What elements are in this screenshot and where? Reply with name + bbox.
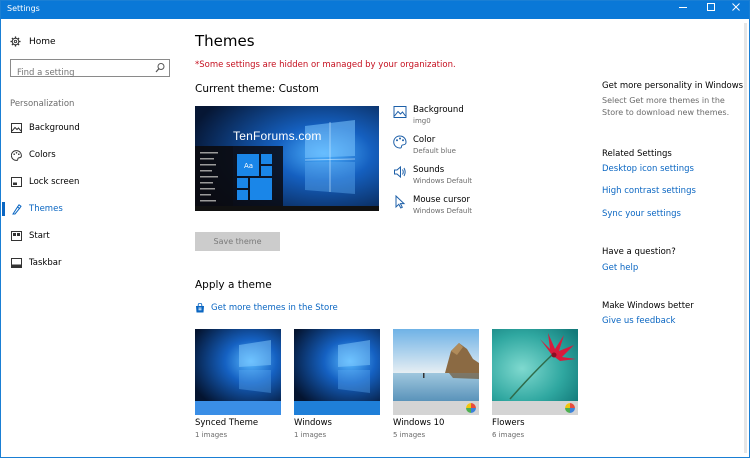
title-bar: Settings xyxy=(1,1,749,19)
property-value: Windows Default xyxy=(413,177,473,185)
property-name: Mouse cursor xyxy=(413,195,470,205)
sidebar-item-taskbar[interactable]: Taskbar xyxy=(1,253,179,273)
image-icon xyxy=(10,122,22,134)
sidebar-item-colors[interactable]: Colors xyxy=(1,145,179,165)
property-value: Default blue xyxy=(413,147,456,155)
section-label-personalization: Personalization xyxy=(10,99,75,109)
search-box[interactable] xyxy=(10,59,170,81)
sidebar-item-themes[interactable]: Themes xyxy=(1,199,179,219)
theme-image-count: 6 images xyxy=(492,431,525,439)
theme-thumbnail xyxy=(492,329,578,415)
personality-text: Select Get more themes in the Store to d… xyxy=(602,96,730,117)
theme-name: Synced Theme xyxy=(195,418,259,428)
start-icon xyxy=(10,230,22,242)
get-help-link[interactable]: Get help xyxy=(602,263,638,273)
theme-name: Flowers xyxy=(492,418,525,428)
sidebar-item-label: Themes xyxy=(29,204,63,214)
related-settings-heading: Related Settings xyxy=(602,149,672,159)
make-windows-better-heading: Make Windows better xyxy=(602,301,694,311)
minimize-icon xyxy=(679,7,687,8)
theme-image-count: 1 images xyxy=(294,431,327,439)
property-sounds[interactable]: Sounds Windows Default xyxy=(393,165,573,193)
theme-tile-windows-10[interactable]: Windows 10 5 images xyxy=(393,329,479,439)
store-icon xyxy=(196,303,204,313)
close-button[interactable] xyxy=(723,1,749,19)
scrollbar[interactable] xyxy=(744,23,747,453)
preview-tile-label: Aa xyxy=(244,162,254,170)
current-theme-heading: Current theme: Custom xyxy=(195,83,319,95)
taskbar-icon xyxy=(10,257,22,269)
apply-theme-heading: Apply a theme xyxy=(195,279,272,291)
high-contrast-settings-link[interactable]: High contrast settings xyxy=(602,186,696,196)
preview-watermark: TenForums.com xyxy=(233,129,322,143)
store-link[interactable]: Get more themes in the Store xyxy=(195,303,338,313)
theme-name: Windows 10 xyxy=(393,418,445,428)
image-icon xyxy=(393,106,407,118)
sidebar-item-label: Colors xyxy=(29,150,56,160)
maximize-icon xyxy=(707,3,715,11)
page-title: Themes xyxy=(195,32,255,50)
sync-settings-link[interactable]: Sync your settings xyxy=(602,209,681,219)
feedback-link[interactable]: Give us feedback xyxy=(602,316,675,326)
gear-icon xyxy=(10,36,21,47)
minimize-button[interactable] xyxy=(670,1,696,19)
theme-image-count: 1 images xyxy=(195,431,228,439)
property-background[interactable]: Background img0 xyxy=(393,105,573,133)
sidebar-item-background[interactable]: Background xyxy=(1,118,179,138)
window-title: Settings xyxy=(7,4,40,13)
theme-tile-synced[interactable]: Synced Theme 1 images xyxy=(195,329,281,439)
theme-image-count: 5 images xyxy=(393,431,426,439)
sidebar-item-lock-screen[interactable]: Lock screen xyxy=(1,172,179,192)
palette-icon xyxy=(10,149,22,161)
desktop-icon-settings-link[interactable]: Desktop icon settings xyxy=(602,164,694,174)
cursor-icon xyxy=(395,195,406,209)
search-input[interactable] xyxy=(11,65,149,81)
theme-thumbnail xyxy=(195,329,281,415)
search-icon[interactable] xyxy=(155,62,165,74)
lock-screen-icon xyxy=(10,176,22,188)
property-value: img0 xyxy=(413,117,431,125)
property-color[interactable]: Color Default blue xyxy=(393,135,573,163)
question-heading: Have a question? xyxy=(602,247,676,257)
managed-warning: *Some settings are hidden or managed by … xyxy=(195,60,456,70)
property-value: Windows Default xyxy=(413,207,473,215)
theme-tile-windows[interactable]: Windows 1 images xyxy=(294,329,380,439)
theme-preview: TenForums.com Aa xyxy=(195,106,379,211)
store-link-label: Get more themes in the Store xyxy=(211,303,338,313)
preview-wallpaper xyxy=(195,106,379,211)
maximize-button[interactable] xyxy=(698,1,724,19)
personality-heading: Get more personality in Windows xyxy=(602,81,744,91)
speaker-icon xyxy=(394,165,406,179)
sidebar-item-start[interactable]: Start xyxy=(1,226,179,246)
property-name: Sounds xyxy=(413,165,445,175)
theme-thumbnail xyxy=(294,329,380,415)
property-name: Color xyxy=(413,135,436,145)
property-name: Background xyxy=(413,105,464,115)
sidebar-item-label: Start xyxy=(29,231,50,241)
sidebar-item-label: Taskbar xyxy=(29,258,62,268)
sidebar-item-label: Background xyxy=(29,123,80,133)
palette-icon xyxy=(393,135,407,149)
close-icon xyxy=(732,3,740,11)
home-label: Home xyxy=(29,36,56,47)
save-theme-button[interactable]: Save theme xyxy=(195,232,280,251)
theme-tile-flowers[interactable]: Flowers 6 images xyxy=(492,329,578,439)
themes-icon xyxy=(10,203,22,215)
home-nav-item[interactable]: Home xyxy=(10,36,56,47)
theme-thumbnail xyxy=(393,329,479,415)
sidebar-item-label: Lock screen xyxy=(29,177,80,187)
settings-window: Settings Home Find a setting Personaliza… xyxy=(0,0,750,458)
theme-name: Windows xyxy=(294,418,332,428)
property-mouse-cursor[interactable]: Mouse cursor Windows Default xyxy=(393,195,573,223)
sidebar: Home Personalization Background Colors xyxy=(1,19,179,457)
